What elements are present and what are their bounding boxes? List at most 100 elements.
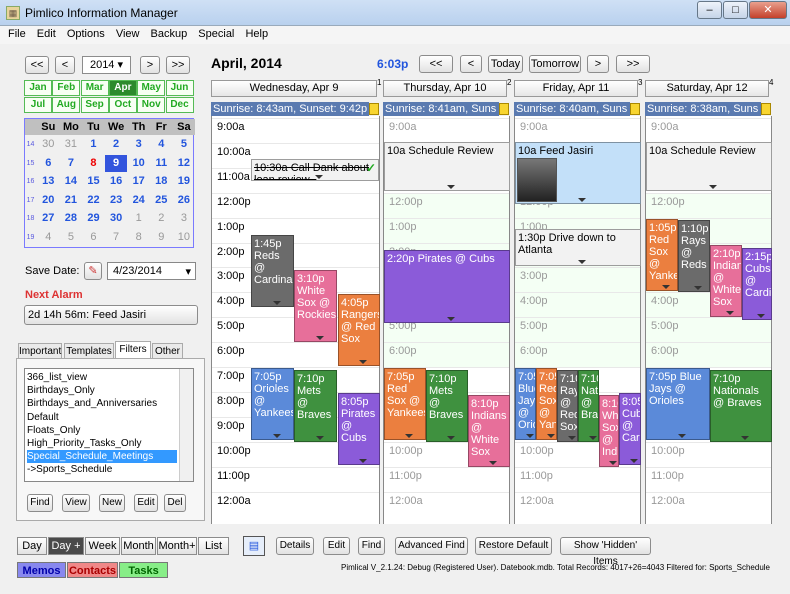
event-nationals-braves[interactable]: 7:10p Nationals @ Braves: [578, 369, 599, 442]
filter-item[interactable]: Special_Schedule_Meetings: [27, 450, 177, 464]
calendar-day[interactable]: 21: [60, 192, 83, 209]
view-day-plus-button[interactable]: Day +: [48, 537, 84, 555]
calendar-day[interactable]: 28: [60, 210, 83, 227]
calendar-day[interactable]: 7: [60, 155, 83, 172]
view-month-button[interactable]: Month: [121, 537, 156, 555]
filter-item[interactable]: Birthdays_Only: [27, 384, 177, 397]
calendar-day[interactable]: 14: [60, 173, 83, 190]
event-rays-redsox[interactable]: 7:10p Rays @ Red Sox: [557, 369, 578, 442]
calendar-day[interactable]: 5: [173, 136, 196, 153]
tab-filters[interactable]: Filters: [115, 341, 151, 359]
event-pirates-cubs[interactable]: 2:20p Pirates @ Cubs: [384, 249, 510, 323]
maximize-button[interactable]: □: [723, 1, 748, 19]
save-date-select[interactable]: 4/23/2014 ▾: [107, 262, 196, 280]
day-header[interactable]: Thursday, Apr 10: [383, 80, 507, 97]
year-select[interactable]: 2014 ▾: [82, 56, 131, 74]
prev-year-button[interactable]: <<: [25, 56, 49, 74]
calendar-day[interactable]: 3: [127, 136, 150, 153]
tab-important[interactable]: Important: [18, 343, 62, 359]
day-column[interactable]: 9:00a 10:00a 11:00a 12:00p 1:00p 2:00p 3:00p 4:…: [514, 116, 641, 524]
day-header[interactable]: Saturday, Apr 12: [645, 80, 769, 97]
calendar-day[interactable]: 20: [37, 192, 60, 209]
note-icon[interactable]: [630, 103, 640, 115]
details-button[interactable]: Details: [276, 537, 314, 555]
menu-help[interactable]: Help: [245, 26, 268, 40]
event-schedule-review[interactable]: 10a Schedule Review: [384, 141, 510, 191]
calendar-day[interactable]: 1: [127, 210, 150, 227]
week-number[interactable]: 17: [25, 192, 36, 209]
filter-item[interactable]: 366_list_view: [27, 371, 177, 384]
event-nationals-braves[interactable]: 7:10p Nationals @ Braves: [710, 369, 772, 442]
calendar-day[interactable]: 18: [150, 173, 173, 190]
calendar-day[interactable]: 24: [127, 192, 150, 209]
menu-special[interactable]: Special: [198, 26, 234, 40]
week-number[interactable]: 18: [25, 210, 36, 227]
calendar-day[interactable]: 8: [127, 229, 150, 246]
day-column[interactable]: 9:00a 10:00a 11:00a 12:00p 1:00p 2:00p 3:00p 4:…: [211, 116, 380, 524]
calendar-day[interactable]: 27: [37, 210, 60, 227]
find-button[interactable]: Find: [358, 537, 385, 555]
edit-button[interactable]: Edit: [323, 537, 350, 555]
view-week-button[interactable]: Week: [85, 537, 120, 555]
calendar-day[interactable]: 9: [104, 154, 128, 172]
month-sep[interactable]: Sep: [80, 97, 109, 113]
month-jul[interactable]: Jul: [24, 97, 52, 113]
calendar-day[interactable]: 2: [150, 210, 173, 227]
event-mets-braves[interactable]: 7:10p Mets @ Braves: [426, 369, 468, 442]
prev-week-button[interactable]: <<: [419, 55, 453, 73]
calendar-day[interactable]: 31: [60, 136, 83, 153]
pin-icon[interactable]: ✎: [84, 262, 102, 280]
calendar-day[interactable]: 2: [105, 136, 128, 153]
event-call-dank[interactable]: 10:30a Call Dank about loan review -: [251, 159, 379, 182]
filter-item[interactable]: ->Sports_Schedule: [27, 463, 177, 476]
minimize-button[interactable]: –: [697, 1, 722, 19]
calendar-day[interactable]: 22: [82, 192, 105, 209]
month-may[interactable]: May: [137, 80, 166, 96]
calendar-view-icon[interactable]: ▤: [243, 536, 265, 556]
calendar-day[interactable]: 30: [37, 136, 60, 153]
month-aug[interactable]: Aug: [52, 97, 81, 113]
day-header[interactable]: Wednesday, Apr 9: [211, 80, 377, 97]
calendar-day[interactable]: 7: [105, 229, 128, 246]
day-column[interactable]: 9:00a 10:00a 11:00a 12:00p 1:00p 2:00p 3:00p 4:…: [383, 116, 510, 524]
event-feed-jasiri[interactable]: 10a Feed Jasiri: [515, 141, 641, 204]
calendar-day[interactable]: 17: [127, 173, 150, 190]
calendar-day[interactable]: 6: [82, 229, 105, 246]
tab-other[interactable]: Other: [152, 343, 183, 359]
edit-filter-button[interactable]: Edit: [134, 494, 158, 512]
menu-view[interactable]: View: [116, 26, 140, 40]
close-button[interactable]: ✕: [749, 1, 787, 19]
next-alarm-button[interactable]: 2d 14h 56m: Feed Jasiri: [24, 305, 198, 325]
advanced-find-button[interactable]: Advanced Find: [395, 537, 468, 555]
calendar-day[interactable]: 16: [105, 173, 128, 190]
calendar-day[interactable]: 15: [82, 173, 105, 190]
filter-item[interactable]: Floats_Only: [27, 424, 177, 437]
today-button[interactable]: Today: [488, 55, 523, 73]
month-oct[interactable]: Oct: [108, 97, 137, 113]
week-number[interactable]: 14: [25, 136, 36, 153]
view-month-plus-button[interactable]: Month+: [157, 537, 197, 555]
calendar-day[interactable]: 10: [127, 155, 150, 172]
event-schedule-review[interactable]: 10a Schedule Review: [646, 141, 772, 191]
event-redsox-yankees[interactable]: 1:05p Red Sox @ Yankees: [646, 219, 678, 292]
day-header[interactable]: Friday, Apr 11: [514, 80, 638, 97]
menu-backup[interactable]: Backup: [151, 26, 188, 40]
event-bluejays-orioles[interactable]: 7:05p Blue Jays @ Orioles: [515, 368, 536, 441]
sunrise-banner[interactable]: Sunrise: 8:43am, Sunset: 9:42p: [211, 102, 369, 116]
next-month-button[interactable]: >: [140, 56, 160, 74]
event-redsox-yankees[interactable]: 7:05p Red Sox @ Yankees: [384, 368, 426, 441]
month-jun[interactable]: Jun: [165, 80, 194, 96]
memos-button[interactable]: Memos: [17, 562, 66, 578]
month-feb[interactable]: Feb: [52, 80, 81, 96]
prev-day-button[interactable]: <: [460, 55, 482, 73]
delete-filter-button[interactable]: Del: [164, 494, 186, 512]
calendar-day[interactable]: 29: [82, 210, 105, 227]
tab-templates[interactable]: Templates: [64, 343, 114, 359]
note-icon[interactable]: [369, 103, 379, 115]
week-number[interactable]: 19: [25, 229, 36, 246]
prev-month-button[interactable]: <: [55, 56, 75, 74]
filter-item[interactable]: Default: [27, 411, 177, 424]
event-drive-atlanta[interactable]: 1:30p Drive down to Atlanta: [515, 229, 641, 267]
calendar-day[interactable]: 8: [82, 155, 105, 172]
menu-edit[interactable]: Edit: [37, 26, 56, 40]
